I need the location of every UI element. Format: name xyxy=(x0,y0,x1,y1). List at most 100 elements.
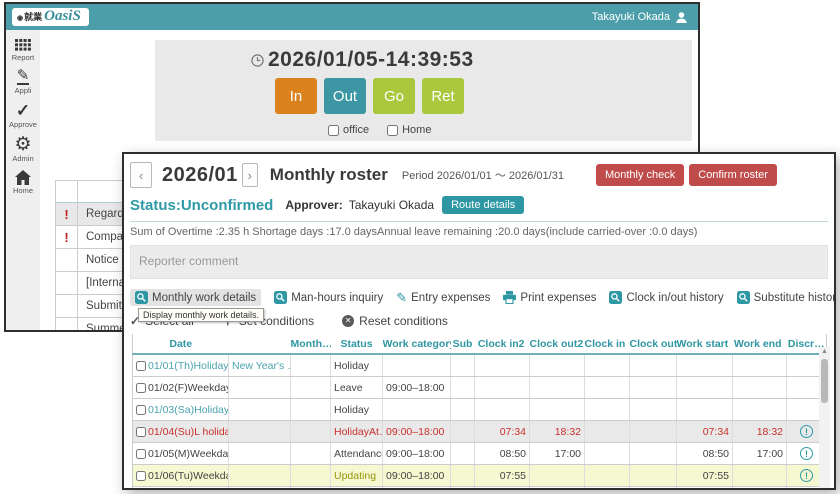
discrepancy-icon[interactable]: ! xyxy=(800,425,813,438)
row-checkbox[interactable] xyxy=(136,361,146,371)
roster-row-0102[interactable]: 01/02(F)Weekday Leave 09:00–18:00 xyxy=(133,377,827,399)
roster-row-0106[interactable]: 01/06(Tu)Weekday Updating 09:00–18:00 07… xyxy=(133,465,827,487)
sidebar-label-approve: Approve xyxy=(9,120,37,129)
clock-out-button[interactable]: Out xyxy=(324,78,366,114)
tab-entry-expenses[interactable]: ✎ Entry expenses xyxy=(396,289,490,306)
clock-icon xyxy=(251,54,264,67)
row-checkbox[interactable] xyxy=(136,427,146,437)
col-clock-out2[interactable]: Clock out2 xyxy=(530,334,585,354)
search-icon xyxy=(274,291,287,304)
roster-tabs: Monthly work details Display monthly wor… xyxy=(130,289,828,306)
sidebar-label-report: Report xyxy=(12,53,35,62)
go-button[interactable]: Go xyxy=(373,78,415,114)
app-logo[interactable]: 就業 OasiS xyxy=(12,8,89,26)
home-checkbox[interactable] xyxy=(387,125,398,136)
app-header: 就業 OasiS Takayuki Okada xyxy=(6,4,698,30)
user-icon xyxy=(675,11,688,24)
sidebar-item-admin[interactable]: ⚙ Admin xyxy=(12,136,33,163)
col-work-end[interactable]: Work end xyxy=(733,334,787,354)
col-clock-in2[interactable]: Clock in2 xyxy=(475,334,530,354)
overtime-summary: Sum of Overtime :2.35 h Shortage days :1… xyxy=(130,226,828,238)
discrepancy-icon[interactable]: ! xyxy=(800,469,813,482)
check-icon: ✓ xyxy=(16,102,30,119)
approver-name: Takayuki Okada xyxy=(349,198,434,212)
page-title: Monthly roster xyxy=(270,165,388,185)
printer-icon xyxy=(503,291,516,304)
user-name: Takayuki Okada xyxy=(592,11,670,23)
tab-monthly-work-details[interactable]: Monthly work details Display monthly wor… xyxy=(130,289,261,306)
gear-icon: ⚙ xyxy=(14,136,31,153)
next-month-button[interactable]: › xyxy=(242,163,258,187)
roster-row-0104[interactable]: 01/04(Su)L holiday HolidayAt… 09:00–18:0… xyxy=(133,421,827,443)
roster-header: ‹ 2026/01 › Monthly roster Period 2026/0… xyxy=(130,162,828,188)
reset-conditions-button[interactable]: ✕ Reset conditions xyxy=(342,314,448,328)
roster-table-header: Date Month… Status Work category Sub Clo… xyxy=(133,334,827,354)
roster-row-0103[interactable]: 01/03(Sa)Holiday Holiday xyxy=(133,399,827,421)
office-checkbox-label[interactable]: office xyxy=(328,124,369,136)
roster-table: Date Month… Status Work category Sub Clo… xyxy=(132,334,827,490)
scrollbar-thumb[interactable] xyxy=(821,359,828,403)
row-checkbox[interactable] xyxy=(136,405,146,415)
roster-actions: Monthly check Confirm roster xyxy=(596,164,777,186)
table-scrollbar[interactable]: ▲ xyxy=(819,347,830,488)
tab-man-hours-inquiry[interactable]: Man-hours inquiry xyxy=(274,289,383,306)
roster-row-0105[interactable]: 01/05(M)Weekday Attendance 09:00–18:00 0… xyxy=(133,443,827,465)
sidebar: Report ✎ Appli ✓ Approve ⚙ Admin Home xyxy=(6,30,40,330)
tab-print-expenses[interactable]: Print expenses xyxy=(503,289,596,306)
home-icon xyxy=(15,170,31,185)
tab-substitute-history-inquiry[interactable]: Substitute history Inquiry xyxy=(737,289,836,306)
logo-name: OasiS xyxy=(44,9,81,24)
prev-month-button[interactable]: ‹ xyxy=(130,162,152,188)
col-clock-out[interactable]: Clock out xyxy=(630,334,677,354)
sidebar-label-home: Home xyxy=(13,186,33,195)
col-month[interactable]: Month… xyxy=(291,334,331,354)
col-status[interactable]: Status xyxy=(331,334,383,354)
page: 就業 OasiS Takayuki Okada Repor xyxy=(0,0,840,494)
clock-panel: 2026/01/05-14:39:53 In Out Go Ret office… xyxy=(155,40,692,141)
scrollbar-up-arrow[interactable]: ▲ xyxy=(819,347,830,357)
search-icon xyxy=(737,291,750,304)
col-note xyxy=(229,334,291,354)
current-datetime: 2026/01/05-14:39:53 xyxy=(268,48,474,72)
col-work-start[interactable]: Work start xyxy=(677,334,733,354)
col-clock-in[interactable]: Clock in xyxy=(585,334,630,354)
home-checkbox-label[interactable]: Home xyxy=(387,124,431,136)
approver-label: Approver: xyxy=(285,198,342,212)
return-button[interactable]: Ret xyxy=(422,78,464,114)
tab-tooltip: Display monthly work details. xyxy=(138,308,264,322)
row-checkbox[interactable] xyxy=(136,449,146,459)
sidebar-label-admin: Admin xyxy=(12,154,33,163)
search-icon xyxy=(609,291,622,304)
grid-icon xyxy=(15,39,31,52)
roster-period: Period 2026/01/01 ～ 2026/01/31 xyxy=(402,167,564,183)
office-checkbox[interactable] xyxy=(328,125,339,136)
roster-row-0101[interactable]: 01/01(Th)Holiday New Year's … Holiday xyxy=(133,354,827,377)
row-checkbox[interactable] xyxy=(136,383,146,393)
pencil-icon: ✎ xyxy=(17,69,30,85)
user-menu[interactable]: Takayuki Okada xyxy=(592,4,688,30)
discrepancy-icon[interactable]: ! xyxy=(800,447,813,460)
sidebar-item-appli[interactable]: ✎ Appli xyxy=(15,69,32,95)
row-checkbox[interactable] xyxy=(136,471,146,481)
roster-row-0107[interactable]: 01/07(W)Weekday Attendance 09:00–18:00 0… xyxy=(133,487,827,491)
col-work-category[interactable]: Work category xyxy=(383,334,451,354)
roster-month: 2026/01 xyxy=(162,164,238,187)
route-details-button[interactable]: Route details xyxy=(442,196,524,214)
status-row: Status:Unconfirmed Approver: Takayuki Ok… xyxy=(130,196,828,214)
workplace-options: office Home xyxy=(328,124,692,136)
divider xyxy=(130,221,828,222)
col-date[interactable]: Date xyxy=(133,334,229,354)
sidebar-label-appli: Appli xyxy=(15,86,32,95)
monthly-check-button[interactable]: Monthly check xyxy=(596,164,684,186)
sidebar-item-home[interactable]: Home xyxy=(13,170,33,195)
punch-buttons: In Out Go Ret xyxy=(275,78,692,114)
tab-clock-in-out-history[interactable]: Clock in/out history xyxy=(609,289,723,306)
sidebar-item-approve[interactable]: ✓ Approve xyxy=(9,102,37,129)
sidebar-item-report[interactable]: Report xyxy=(12,39,35,62)
status-badge: Status:Unconfirmed xyxy=(130,197,273,214)
clock-in-button[interactable]: In xyxy=(275,78,317,114)
confirm-roster-button[interactable]: Confirm roster xyxy=(689,164,777,186)
col-sub[interactable]: Sub xyxy=(451,334,475,354)
reporter-comment-input[interactable] xyxy=(130,245,828,279)
search-icon xyxy=(135,291,148,304)
